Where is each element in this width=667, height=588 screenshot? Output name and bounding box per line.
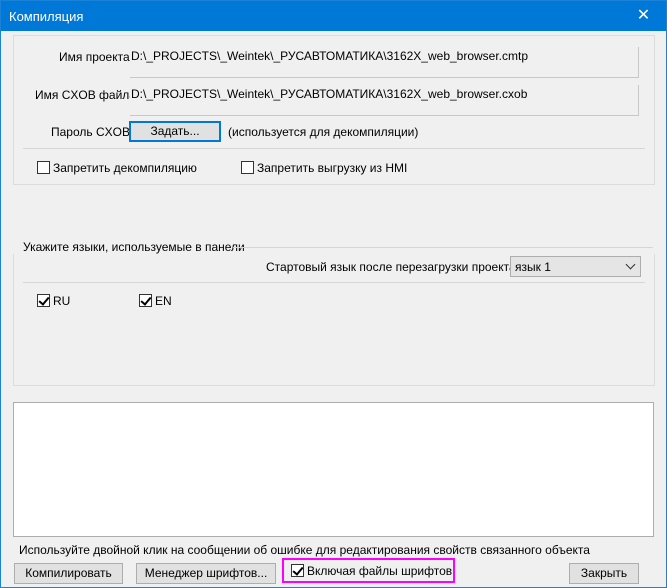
startup-language-value: язык 1 xyxy=(515,260,551,274)
language-en-label: EN xyxy=(155,294,172,308)
deny-upload-box[interactable] xyxy=(241,161,254,174)
password-label: Пароль CXOB: xyxy=(51,125,134,139)
chevron-down-icon xyxy=(625,259,636,270)
deny-upload-label: Запретить выгрузку из HMI xyxy=(257,161,408,175)
language-ru-box[interactable] xyxy=(37,294,50,307)
languages-group-line xyxy=(233,247,653,248)
window-title: Компиляция xyxy=(9,9,84,24)
startup-language-label: Стартовый язык после перезагрузки проект… xyxy=(266,260,519,274)
close-button[interactable]: Закрыть xyxy=(569,563,639,584)
compile-dialog: Компиляция ✕ Имя проекта: D:\_PROJECTS\_… xyxy=(0,0,667,588)
deny-decompile-box[interactable] xyxy=(37,161,50,174)
include-fonts-box[interactable] xyxy=(291,564,304,577)
languages-panel: Стартовый язык после перезагрузки проект… xyxy=(13,254,655,386)
title-bar: Компиляция ✕ xyxy=(1,1,666,31)
project-name-label: Имя проекта: xyxy=(59,50,133,64)
language-en-box[interactable] xyxy=(139,294,152,307)
cxob-name-field[interactable]: D:\_PROJECTS\_Weintek\_РУСАВТОМАТИКА\316… xyxy=(130,85,639,116)
project-divider xyxy=(23,148,645,149)
font-manager-button[interactable]: Менеджер шрифтов... xyxy=(136,563,276,584)
footer-hint: Используйте двойной клик на сообщении об… xyxy=(19,543,590,557)
set-password-button[interactable]: Задать... xyxy=(129,121,221,142)
cxob-name-label: Имя CXOB файла: xyxy=(35,88,140,102)
deny-decompile-label: Запретить декомпиляцию xyxy=(53,161,197,175)
languages-divider xyxy=(23,282,645,283)
compile-button[interactable]: Компилировать xyxy=(14,563,123,584)
cxob-name-value: D:\_PROJECTS\_Weintek\_РУСАВТОМАТИКА\316… xyxy=(131,87,528,101)
language-ru-label: RU xyxy=(53,294,71,308)
include-fonts-label: Включая файлы шрифтов xyxy=(307,564,453,578)
project-name-value: D:\_PROJECTS\_Weintek\_РУСАВТОМАТИКА\316… xyxy=(131,49,529,63)
password-hint: (используется для декомпиляции) xyxy=(228,125,419,139)
compile-messages-list[interactable] xyxy=(13,402,654,537)
project-name-field[interactable]: D:\_PROJECTS\_Weintek\_РУСАВТОМАТИКА\316… xyxy=(130,47,639,78)
languages-group-title: Укажите языки, используемые в панели xyxy=(23,240,245,254)
startup-language-select[interactable]: язык 1 xyxy=(510,256,641,277)
dialog-body: Имя проекта: D:\_PROJECTS\_Weintek\_РУСА… xyxy=(1,31,666,587)
project-panel: Имя проекта: D:\_PROJECTS\_Weintek\_РУСА… xyxy=(13,35,655,185)
close-icon[interactable]: ✕ xyxy=(621,1,666,31)
